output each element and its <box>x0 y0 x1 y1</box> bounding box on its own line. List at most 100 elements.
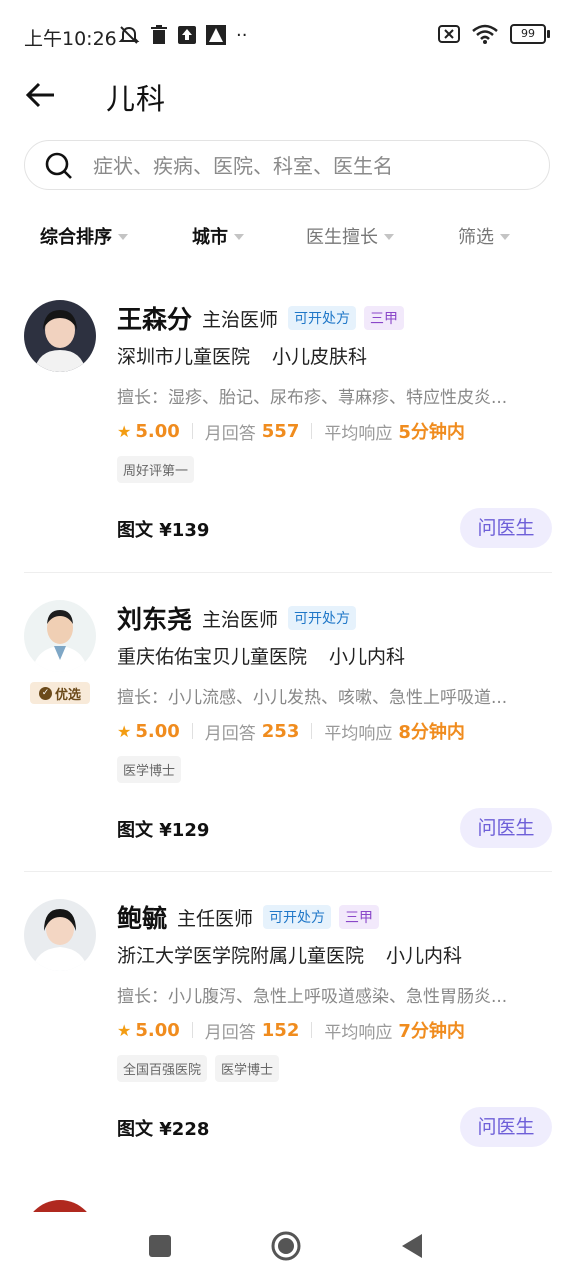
ask-doctor-button[interactable]: 问医生 <box>460 808 552 848</box>
star-icon: ★ <box>117 721 132 741</box>
avg-response-label: 平均响应 <box>324 723 393 744</box>
system-nav-bar <box>0 1212 576 1280</box>
doctor-badge: 医学博士 <box>117 756 182 783</box>
filter-city-label: 城市 <box>192 227 228 248</box>
doctor-hospital: 重庆佑佑宝贝儿童医院 <box>117 646 308 668</box>
avg-response-value: 8分钟内 <box>398 722 465 743</box>
prescription-tag: 可开处方 <box>263 905 332 929</box>
monthly-count: 253 <box>261 720 300 742</box>
doctor-name: 王森分 <box>117 305 193 334</box>
divider <box>191 1022 193 1038</box>
filter-bar: 综合排序 城市 医生擅长 筛选 <box>0 218 576 258</box>
avg-response-value: 5分钟内 <box>398 422 465 443</box>
status-icons-left: ·· <box>118 24 247 46</box>
doctor-name: 刘东尧 <box>117 605 193 634</box>
caret-down-icon <box>118 234 128 240</box>
app-icon <box>206 25 226 45</box>
avatar-image <box>24 899 96 971</box>
avatar-image <box>24 600 96 672</box>
doctor-skill: 擅长：小儿流感、小儿发热、咳嗽、急性上呼吸道... <box>117 688 508 708</box>
upload-icon <box>178 26 196 44</box>
doctor-info: 刘东尧 主治医师 可开处方 重庆佑佑宝贝儿童医院 小儿内科 擅长：小儿流感、小儿发… <box>117 600 552 783</box>
doctor-badge: 全国百强医院 <box>117 1055 208 1082</box>
consult-price: 图文 ¥139 <box>117 520 210 541</box>
doctor-name: 鲍毓 <box>117 904 168 933</box>
doctor-dept: 小儿内科 <box>386 945 463 967</box>
status-bar: 上午10:26 ·· 99 <box>0 0 576 72</box>
hospital-level-tag: 三甲 <box>339 905 380 929</box>
doctor-skill: 擅长：湿疹、胎记、尿布疹、荨麻疹、特应性皮炎... <box>117 388 508 408</box>
monthly-label: 月回答 <box>204 423 256 444</box>
doctor-hospital: 浙江大学医学院附属儿童医院 <box>117 945 365 967</box>
monthly-label: 月回答 <box>204 1022 256 1043</box>
doctor-name-line: 鲍毓 主任医师 可开处方 三甲 <box>117 899 552 935</box>
filter-expertise[interactable]: 医生擅长 <box>306 218 394 254</box>
avg-response-value: 7分钟内 <box>398 1021 465 1042</box>
search-icon <box>45 152 72 179</box>
star-icon: ★ <box>117 1020 132 1040</box>
doctor-badges: 全国百强医院 医学博士 <box>117 1055 552 1082</box>
doctor-dept: 小儿皮肤科 <box>272 346 368 368</box>
home-icon[interactable] <box>270 1230 302 1262</box>
doctor-title: 主治医师 <box>202 608 279 631</box>
back-arrow-icon[interactable] <box>24 78 58 112</box>
doctor-name-line: 刘东尧 主治医师 可开处方 <box>117 600 552 636</box>
doctor-avatar <box>24 600 96 672</box>
doctor-card[interactable]: 鲍毓 主任医师 可开处方 三甲 浙江大学医学院附属儿童医院 小儿内科 擅长：小儿腹… <box>24 899 552 1149</box>
avg-response-label: 平均响应 <box>324 423 393 444</box>
consult-price: 图文 ¥228 <box>117 1119 210 1140</box>
search-bar[interactable] <box>24 140 550 190</box>
doctor-name-line: 王森分 主治医师 可开处方 三甲 <box>117 300 552 336</box>
status-time: 上午10:26 <box>24 28 117 50</box>
doctor-hospital-line: 重庆佑佑宝贝儿童医院 小儿内科 <box>117 642 552 669</box>
caret-down-icon <box>500 234 510 240</box>
monthly-label: 月回答 <box>204 723 256 744</box>
recent-apps-icon[interactable] <box>148 1234 172 1258</box>
filter-screen-label: 筛选 <box>458 227 494 248</box>
doctor-stats: ★ 5.00 月回答 557 平均响应 5分钟内 <box>117 418 552 444</box>
divider <box>191 423 193 439</box>
trash-icon <box>151 25 167 44</box>
prescription-tag: 可开处方 <box>288 306 357 330</box>
doctor-rating: 5.00 <box>135 1019 180 1041</box>
filter-sort[interactable]: 综合排序 <box>40 218 128 254</box>
card-divider <box>24 871 552 872</box>
monthly-count: 152 <box>261 1019 300 1041</box>
doctor-card[interactable]: 王森分 主治医师 可开处方 三甲 深圳市儿童医院 小儿皮肤科 擅长：湿疹、胎记、尿… <box>24 300 552 550</box>
divider <box>191 723 193 739</box>
doctor-hospital-line: 浙江大学医学院附属儿童医院 小儿内科 <box>117 941 552 968</box>
consult-price: 图文 ¥129 <box>117 820 210 841</box>
more-dots-icon: ·· <box>236 24 248 46</box>
filter-expertise-label: 医生擅长 <box>306 227 378 248</box>
filter-screen[interactable]: 筛选 <box>458 218 510 254</box>
doctor-info: 鲍毓 主任医师 可开处方 三甲 浙江大学医学院附属儿童医院 小儿内科 擅长：小儿腹… <box>117 899 552 1082</box>
avg-response-label: 平均响应 <box>324 1022 393 1043</box>
battery-icon: 99 <box>510 24 550 44</box>
caret-down-icon <box>384 234 394 240</box>
sim-x-icon <box>438 25 460 43</box>
doctor-badge: 周好评第一 <box>117 456 195 483</box>
star-icon: ★ <box>117 421 132 441</box>
hospital-level-tag: 三甲 <box>364 306 405 330</box>
doctor-dept: 小儿内科 <box>329 646 406 668</box>
doctor-stats: ★ 5.00 月回答 152 平均响应 7分钟内 <box>117 1017 552 1043</box>
wifi-icon <box>472 24 498 44</box>
doctor-info: 王森分 主治医师 可开处方 三甲 深圳市儿童医院 小儿皮肤科 擅长：湿疹、胎记、尿… <box>117 300 552 483</box>
ask-doctor-button[interactable]: 问医生 <box>460 1107 552 1147</box>
doctor-avatar <box>24 899 96 971</box>
doctor-rating: 5.00 <box>135 720 180 742</box>
doctor-card[interactable]: ✓ 优选 刘东尧 主治医师 可开处方 重庆佑佑宝贝儿童医院 小儿内科 擅长：小儿流… <box>24 600 552 850</box>
ask-doctor-button[interactable]: 问医生 <box>460 508 552 548</box>
avatar-image <box>24 300 96 372</box>
doctor-stats: ★ 5.00 月回答 253 平均响应 8分钟内 <box>117 718 552 744</box>
card-divider <box>24 572 552 573</box>
doctor-avatar <box>24 300 96 372</box>
search-input[interactable] <box>91 149 535 183</box>
caret-down-icon <box>234 234 244 240</box>
filter-city[interactable]: 城市 <box>192 218 244 254</box>
doctor-title: 主治医师 <box>202 308 279 331</box>
doctor-skill: 擅长：小儿腹泻、急性上呼吸道感染、急性胃肠炎... <box>117 987 508 1007</box>
doctor-badges: 周好评第一 <box>117 456 552 483</box>
back-icon[interactable] <box>400 1232 424 1260</box>
doctor-hospital: 深圳市儿童医院 <box>117 346 251 368</box>
